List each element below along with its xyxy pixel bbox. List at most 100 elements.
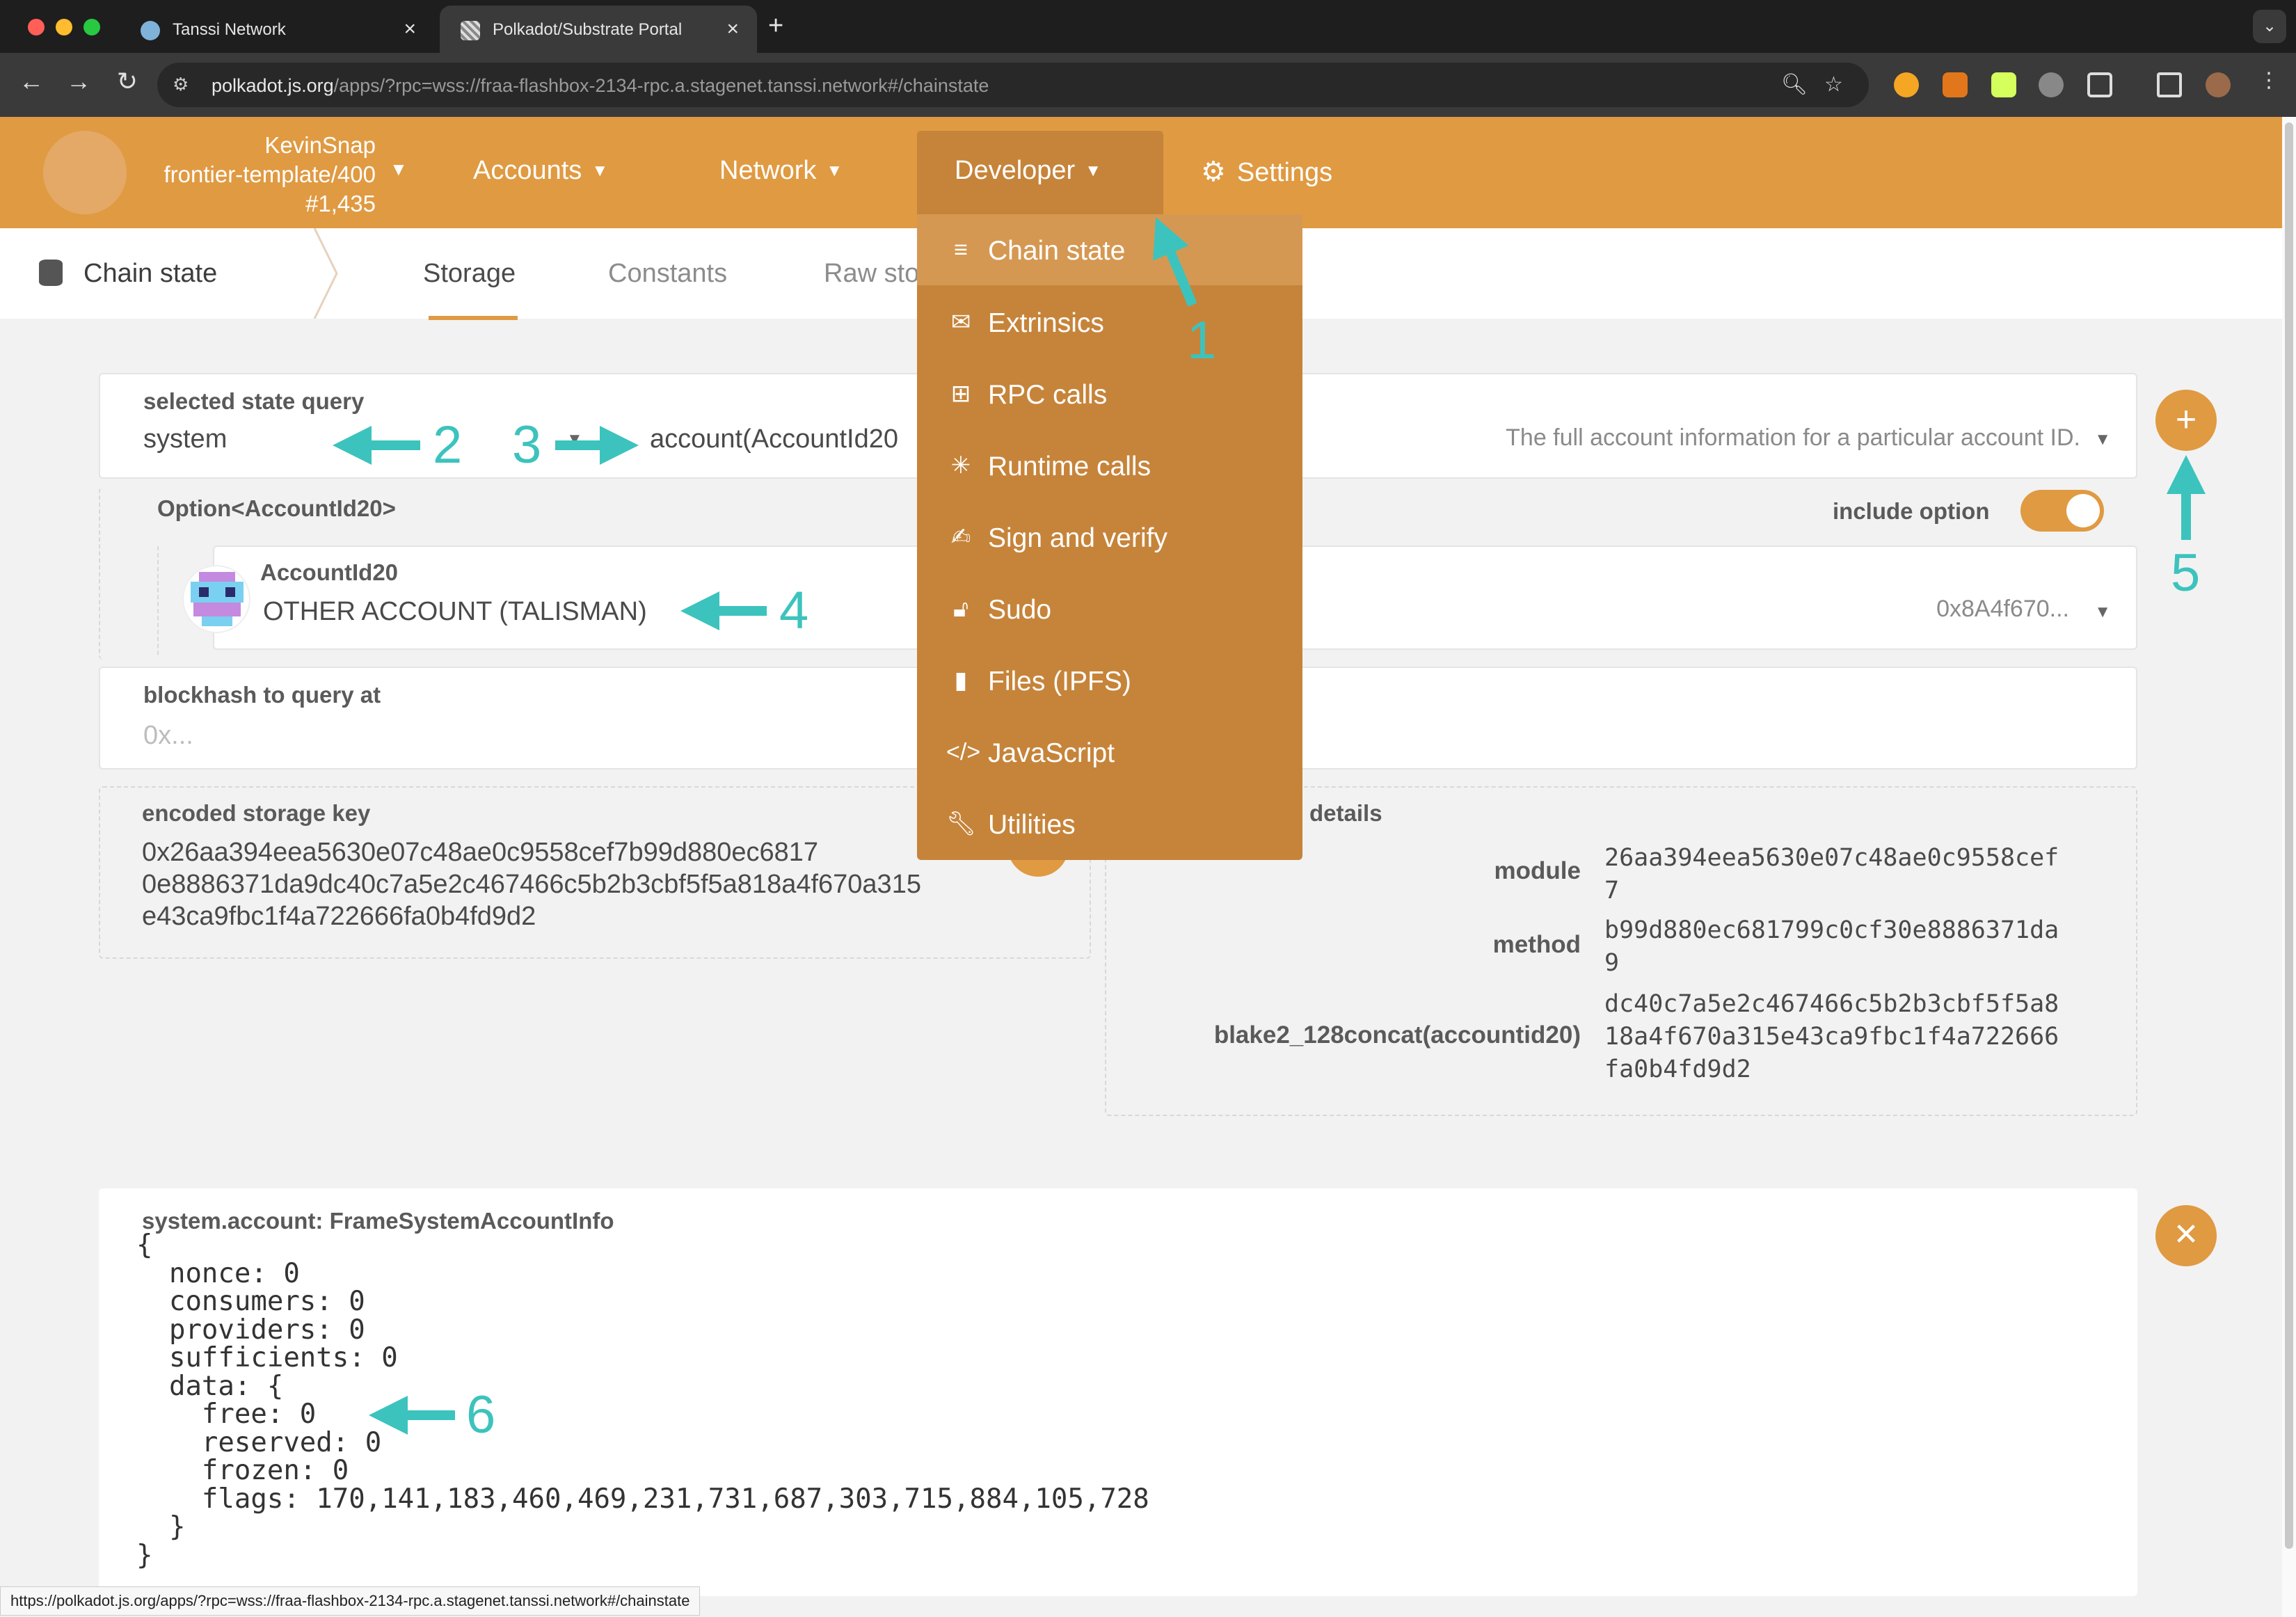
add-query-button[interactable]: + (2155, 390, 2217, 451)
polkadot-favicon-icon (461, 21, 480, 40)
tab-constants[interactable]: Constants (608, 259, 727, 289)
chain-logo[interactable] (43, 131, 127, 214)
blockhash-input[interactable]: 0x... (143, 721, 193, 751)
result-body: { nonce: 0 consumers: 0 providers: 0 suf… (136, 1229, 1149, 1571)
method-caret-icon[interactable]: ▼ (2094, 430, 2111, 449)
network-icon: ⊞ (950, 381, 971, 407)
caret-down-icon[interactable]: ▼ (390, 159, 408, 180)
menu-item-rpc-calls[interactable]: ⊞ RPC calls (917, 358, 1302, 429)
account-name: KevinSnap (264, 132, 376, 158)
extension-metamask-icon[interactable] (1943, 72, 1968, 97)
account-name: OTHER ACCOUNT (TALISMAN) (263, 597, 647, 626)
caret-down-icon: ▼ (1085, 161, 1101, 180)
back-button[interactable]: ← (14, 67, 49, 96)
account-address: 0x8A4f670... (1936, 596, 2069, 622)
menu-item-chain-state[interactable]: ≡ Chain state (917, 214, 1302, 285)
browser-tab-bar: Tanssi Network × Polkadot/Substrate Port… (0, 0, 2296, 53)
section-label: Chain state (83, 259, 218, 288)
window-zoom-button[interactable] (83, 19, 100, 35)
annotation-number: 5 (2171, 543, 2201, 603)
chain-name: frontier-template/400 (164, 161, 376, 187)
breadcrumb-chevron-icon (313, 228, 338, 319)
new-tab-button[interactable]: + (768, 11, 783, 41)
browser-menu-icon[interactable]: ⋮ (2258, 68, 2279, 93)
url-path: /apps/?rpc=wss://fraa-flashbox-2134-rpc.… (333, 75, 989, 96)
extension-polkadot-icon[interactable] (1894, 72, 1919, 97)
menu-network[interactable]: Network ▼ (719, 156, 843, 186)
link-status-bar: https://polkadot.js.org/apps/?rpc=wss://… (0, 1586, 701, 1616)
page-scrollbar[interactable] (2282, 117, 2296, 1617)
site-settings-icon[interactable]: ⚙ (173, 74, 195, 96)
url-text: polkadot.js.org/apps/?rpc=wss://fraa-fla… (212, 75, 989, 97)
browser-tab-tanssi[interactable]: Tanssi Network × (120, 6, 434, 53)
extension-subwallet-icon[interactable] (2039, 72, 2064, 97)
encoded-key-label: encoded storage key (142, 800, 371, 826)
detail-key-method: method (1492, 931, 1581, 958)
menu-item-sign-and-verify[interactable]: ✍ Sign and verify (917, 502, 1302, 573)
database-icon (39, 260, 63, 286)
menu-item-label: Sudo (988, 595, 1052, 625)
signature-icon: ✍ (950, 524, 971, 550)
caret-down-icon: ▼ (591, 161, 609, 180)
menu-label: Settings (1236, 158, 1333, 187)
close-tab-icon[interactable]: × (726, 17, 739, 41)
remove-result-button[interactable]: ✕ (2155, 1205, 2217, 1266)
browser-tab-polkadot[interactable]: Polkadot/Substrate Portal × (440, 6, 757, 53)
reload-button[interactable]: ↻ (110, 67, 145, 96)
details-label: details (1309, 800, 1382, 826)
module-caret-icon[interactable]: ▼ (566, 430, 583, 449)
bookmark-star-icon[interactable]: ☆ (1824, 72, 1843, 97)
forward-button[interactable]: → (61, 67, 96, 96)
menu-item-label: Files (IPFS) (988, 667, 1131, 696)
arrows-icon: ✳ (950, 452, 971, 479)
menu-item-label: RPC calls (988, 380, 1108, 410)
profile-avatar[interactable] (2206, 72, 2231, 97)
side-panel-icon[interactable] (2157, 72, 2182, 97)
encoded-key-line: 0x26aa394eea5630e07c48ae0c9558cef7b99d88… (142, 838, 819, 867)
toggle-knob (2066, 494, 2100, 527)
account-identicon (182, 565, 250, 633)
menu-label: Network (719, 156, 817, 185)
menu-item-utilities[interactable]: 🔧︎ Utilities (917, 788, 1302, 859)
include-option-toggle[interactable] (2020, 490, 2104, 532)
option-type-label: Option<AccountId20> (157, 495, 396, 521)
menu-item-label: Runtime calls (988, 452, 1151, 481)
menu-item-label: Chain state (988, 236, 1126, 266)
window-minimize-button[interactable] (56, 19, 72, 35)
menu-item-label: Utilities (988, 810, 1076, 840)
active-tab-indicator (429, 316, 518, 320)
address-bar[interactable]: ⚙ polkadot.js.org/apps/?rpc=wss://fraa-f… (157, 63, 1869, 107)
menu-developer[interactable]: Developer ▼ (955, 156, 1101, 186)
tab-storage[interactable]: Storage (423, 259, 516, 289)
menu-item-label: Extrinsics (988, 308, 1104, 338)
result-title: system.account: FrameSystemAccountInfo (142, 1208, 614, 1234)
annotation-number: 4 (779, 581, 809, 640)
wrench-icon: 🔧︎ (946, 811, 977, 837)
chain-selector[interactable]: KevinSnap frontier-template/400 #1,435 (164, 131, 376, 218)
tab-search-chevron-icon[interactable]: ⌄ (2253, 10, 2286, 43)
account-type-label: AccountId20 (260, 559, 399, 585)
unlock-icon: 🔓︎ (952, 596, 969, 622)
extension-talisman-icon[interactable] (1991, 72, 2016, 97)
menu-item-runtime-calls[interactable]: ✳ Runtime calls (917, 430, 1302, 501)
extensions-puzzle-icon[interactable] (2087, 72, 2112, 97)
menu-item-extrinsics[interactable]: ✉ Extrinsics (917, 287, 1302, 358)
detail-value-method: b99d880ec681799c0cf30e8886371da 9 (1604, 916, 2059, 977)
encoded-key-line: 0e8886371da9dc40c7a5e2c467466c5b2b3cbf5f… (142, 870, 921, 899)
tab-raw-storage[interactable]: Raw sto (824, 259, 919, 289)
menu-item-sudo[interactable]: 🔓︎ Sudo (917, 573, 1302, 644)
menu-item-files-ipfs[interactable]: ▮ Files (IPFS) (917, 645, 1302, 716)
zoom-icon[interactable]: 🔍︎ (1781, 72, 1808, 97)
scrollbar-thumb[interactable] (2285, 122, 2293, 1549)
menu-settings[interactable]: ⚙ Settings (1201, 156, 1332, 188)
close-tab-icon[interactable]: × (404, 17, 416, 41)
window-close-button[interactable] (28, 19, 45, 35)
url-host: polkadot.js.org (212, 75, 334, 96)
account-caret-icon[interactable]: ▼ (2094, 603, 2111, 622)
menu-label: Developer (955, 156, 1076, 185)
tanssi-favicon-icon (141, 21, 160, 40)
module-select[interactable]: system (143, 424, 227, 454)
menu-accounts[interactable]: Accounts ▼ (473, 156, 608, 186)
menu-item-javascript[interactable]: </> JavaScript (917, 717, 1302, 788)
method-select[interactable]: account(AccountId20 (650, 424, 898, 454)
